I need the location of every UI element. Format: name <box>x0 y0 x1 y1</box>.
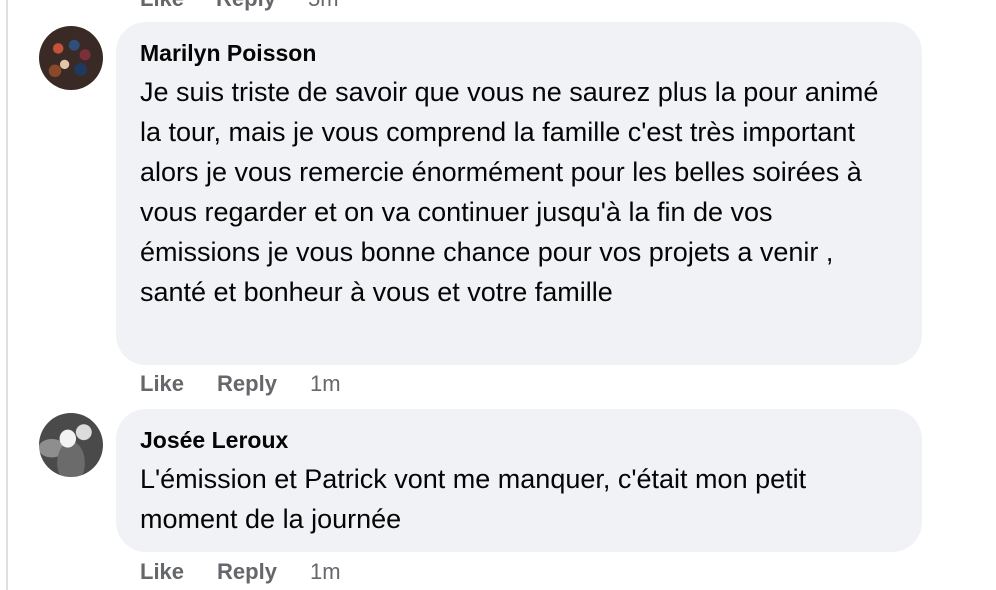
comment-text: L'émission et Patrick vont me manquer, c… <box>140 464 807 534</box>
comment-actions: Like Reply 1m <box>140 371 341 397</box>
previous-like-button[interactable]: Like <box>140 0 184 12</box>
reply-button[interactable]: Reply <box>217 371 277 397</box>
comment-time[interactable]: 1m <box>310 559 341 585</box>
comment-time[interactable]: 1m <box>310 371 341 397</box>
previous-comment-actions: Like Reply 5m <box>140 0 339 12</box>
comment-bubble: Josée Leroux L'émission et Patrick vont … <box>116 409 922 552</box>
comment-text: Je suis triste de savoir que vous ne sau… <box>140 77 879 307</box>
comment-actions: Like Reply 1m <box>140 559 341 585</box>
thread-line <box>6 0 8 590</box>
previous-comment-time[interactable]: 5m <box>308 0 339 12</box>
reply-button[interactable]: Reply <box>217 559 277 585</box>
avatar[interactable] <box>39 413 103 477</box>
like-button[interactable]: Like <box>140 371 184 397</box>
avatar[interactable] <box>39 26 103 90</box>
like-button[interactable]: Like <box>140 559 184 585</box>
comment-author[interactable]: Marilyn Poisson <box>140 38 898 68</box>
comment-bubble: Marilyn Poisson Je suis triste de savoir… <box>116 22 922 365</box>
comment-author[interactable]: Josée Leroux <box>140 425 898 455</box>
previous-reply-button[interactable]: Reply <box>216 0 276 12</box>
